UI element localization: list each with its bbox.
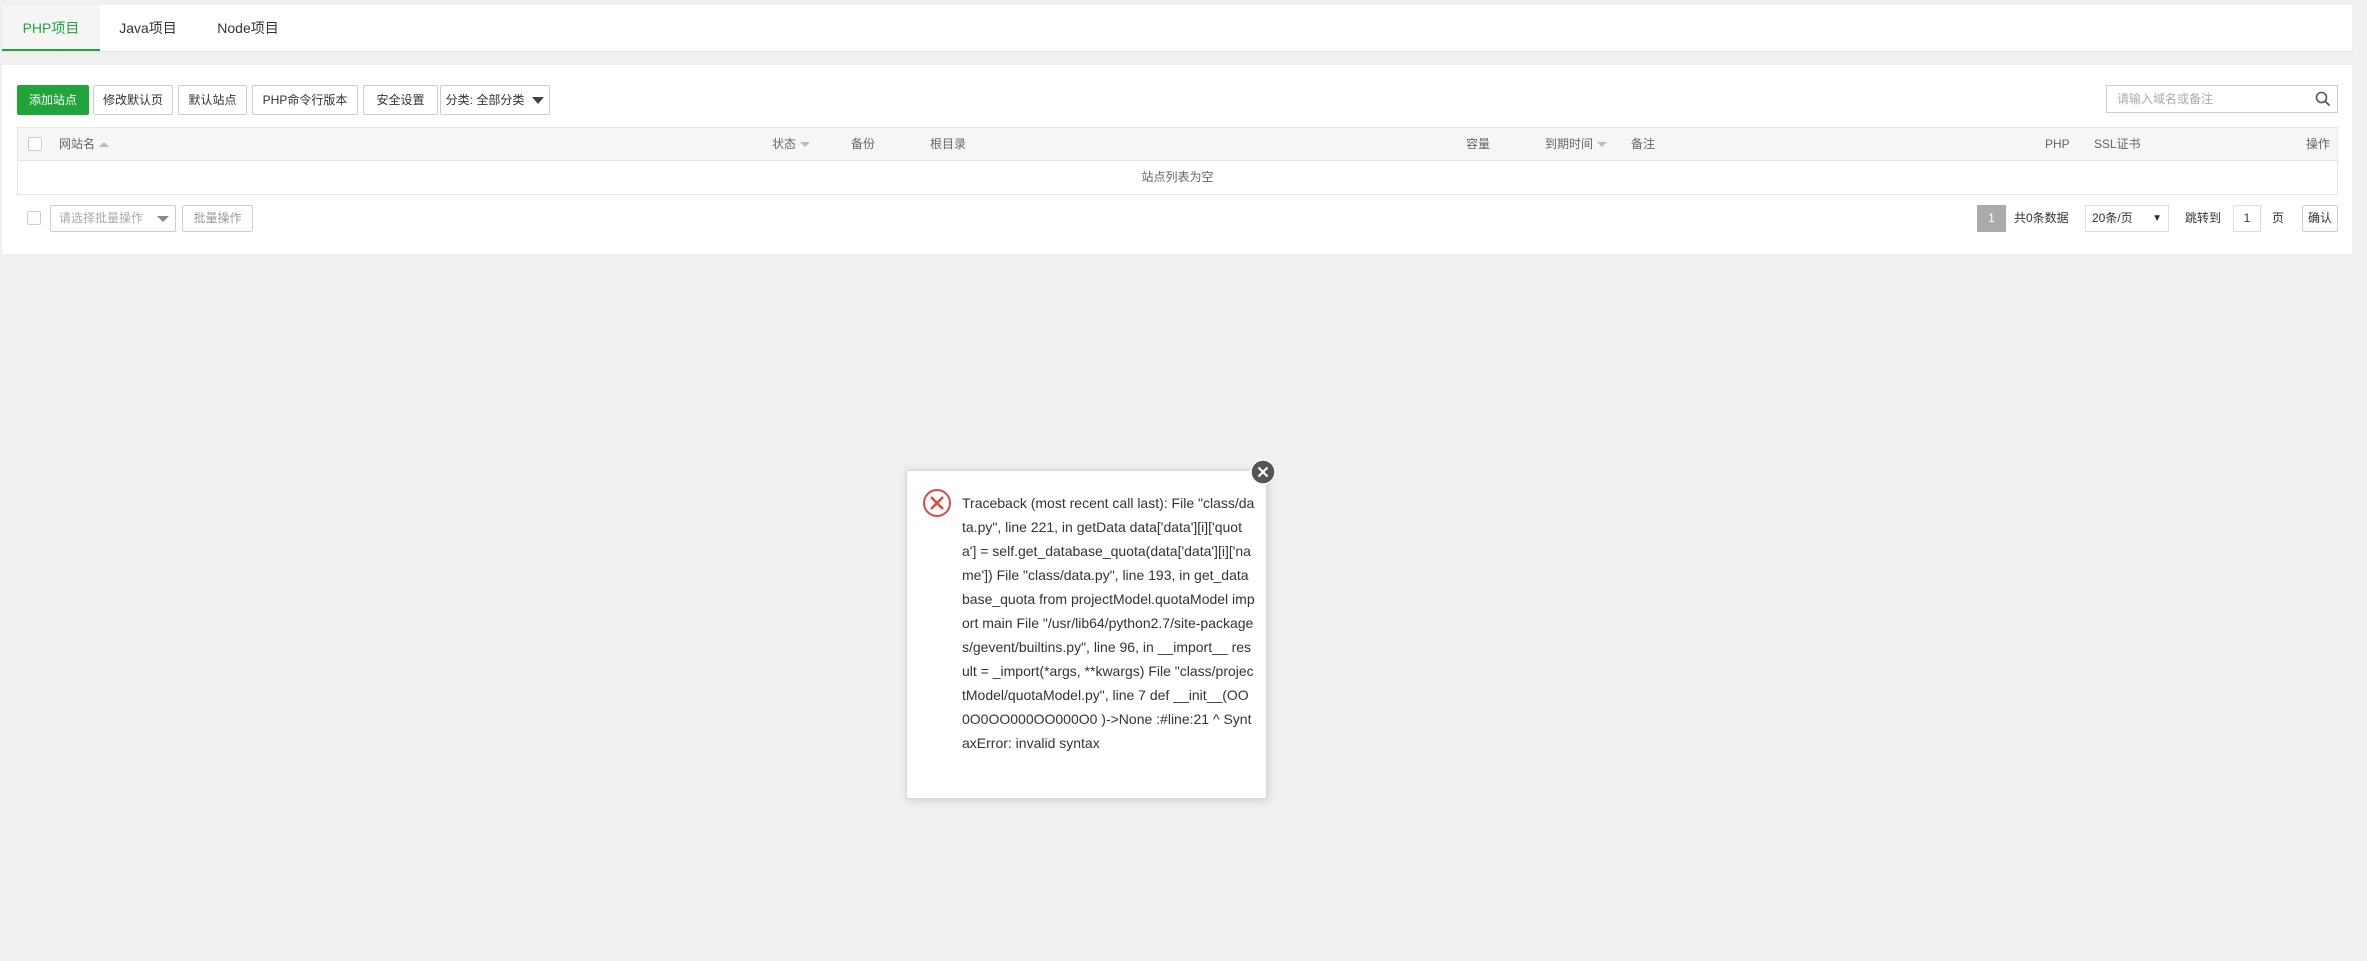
page-unit-label: 页 <box>2272 211 2285 225</box>
per-page-value: 20条/页 <box>2092 211 2133 225</box>
column-backup: 备份 <box>851 137 876 151</box>
category-dropdown[interactable]: 分类: 全部分类 <box>440 85 550 115</box>
sort-asc-icon <box>99 142 110 148</box>
footer-select-all-checkbox[interactable] <box>27 211 41 225</box>
total-count: 共0条数据 <box>2014 211 2069 225</box>
error-message: Traceback (most recent call last): File … <box>962 495 1255 751</box>
project-tab-bar: PHP项目 Java项目 Node项目 <box>2 5 2352 51</box>
search-input[interactable] <box>2107 86 2307 112</box>
column-expiry-label: 到期时间 <box>1545 137 1594 151</box>
column-expiry[interactable]: 到期时间 <box>1545 128 1608 160</box>
sort-desc-icon <box>800 142 811 148</box>
caret-down-icon: ▼ <box>2152 213 2162 224</box>
column-php: PHP <box>2045 137 2070 151</box>
column-ssl: SSL证书 <box>2094 137 2141 151</box>
category-label: 分类: 全部分类 <box>445 93 525 107</box>
batch-operation-placeholder: 请选择批量操作 <box>59 211 144 225</box>
sort-desc-icon <box>1597 142 1608 148</box>
tab-node-projects[interactable]: Node项目 <box>196 5 300 51</box>
current-page-button[interactable]: 1 <box>1977 205 2006 232</box>
close-icon[interactable] <box>1250 459 1276 488</box>
site-table: 网站名 状态 备份 根目录 容量 到期时间 备注 PHP SSL证书 操作 站点… <box>17 127 2338 195</box>
column-status-label: 状态 <box>772 137 797 151</box>
column-status[interactable]: 状态 <box>772 128 811 160</box>
batch-operation-button[interactable]: 批量操作 <box>182 205 253 232</box>
search-icon[interactable] <box>2315 91 2331 110</box>
jump-confirm-button[interactable]: 确认 <box>2302 205 2338 232</box>
edit-default-page-button[interactable]: 修改默认页 <box>93 85 173 115</box>
search-box <box>2106 85 2338 113</box>
error-dialog: Traceback (most recent call last): File … <box>906 470 1267 799</box>
default-site-button[interactable]: 默认站点 <box>178 85 247 115</box>
site-list-panel: 添加站点 修改默认页 默认站点 PHP命令行版本 安全设置 分类: 全部分类 网… <box>2 65 2352 254</box>
chevron-down-icon <box>157 216 169 222</box>
column-site-name-label: 网站名 <box>59 137 96 151</box>
column-capacity: 容量 <box>1466 137 1491 151</box>
jump-to-label: 跳转到 <box>2185 211 2222 225</box>
php-cli-version-button[interactable]: PHP命令行版本 <box>252 85 358 115</box>
table-header: 网站名 状态 备份 根目录 容量 到期时间 备注 PHP SSL证书 操作 <box>18 128 2337 161</box>
jump-page-input[interactable]: 1 <box>2233 205 2261 232</box>
tab-java-projects[interactable]: Java项目 <box>100 5 196 51</box>
empty-table-message: 站点列表为空 <box>1141 170 1214 184</box>
security-settings-button[interactable]: 安全设置 <box>363 85 438 115</box>
chevron-down-icon <box>532 97 545 105</box>
add-site-button[interactable]: 添加站点 <box>17 85 89 115</box>
batch-operation-select[interactable]: 请选择批量操作 <box>50 205 176 232</box>
column-actions: 操作 <box>2306 137 2331 151</box>
error-icon <box>922 488 952 521</box>
tab-php-projects[interactable]: PHP项目 <box>2 5 100 51</box>
column-site-name[interactable]: 网站名 <box>59 128 110 160</box>
select-all-checkbox[interactable] <box>28 137 42 151</box>
column-root-dir: 根目录 <box>930 137 967 151</box>
column-remark: 备注 <box>1631 137 1656 151</box>
per-page-select[interactable]: 20条/页 ▼ <box>2085 205 2169 232</box>
